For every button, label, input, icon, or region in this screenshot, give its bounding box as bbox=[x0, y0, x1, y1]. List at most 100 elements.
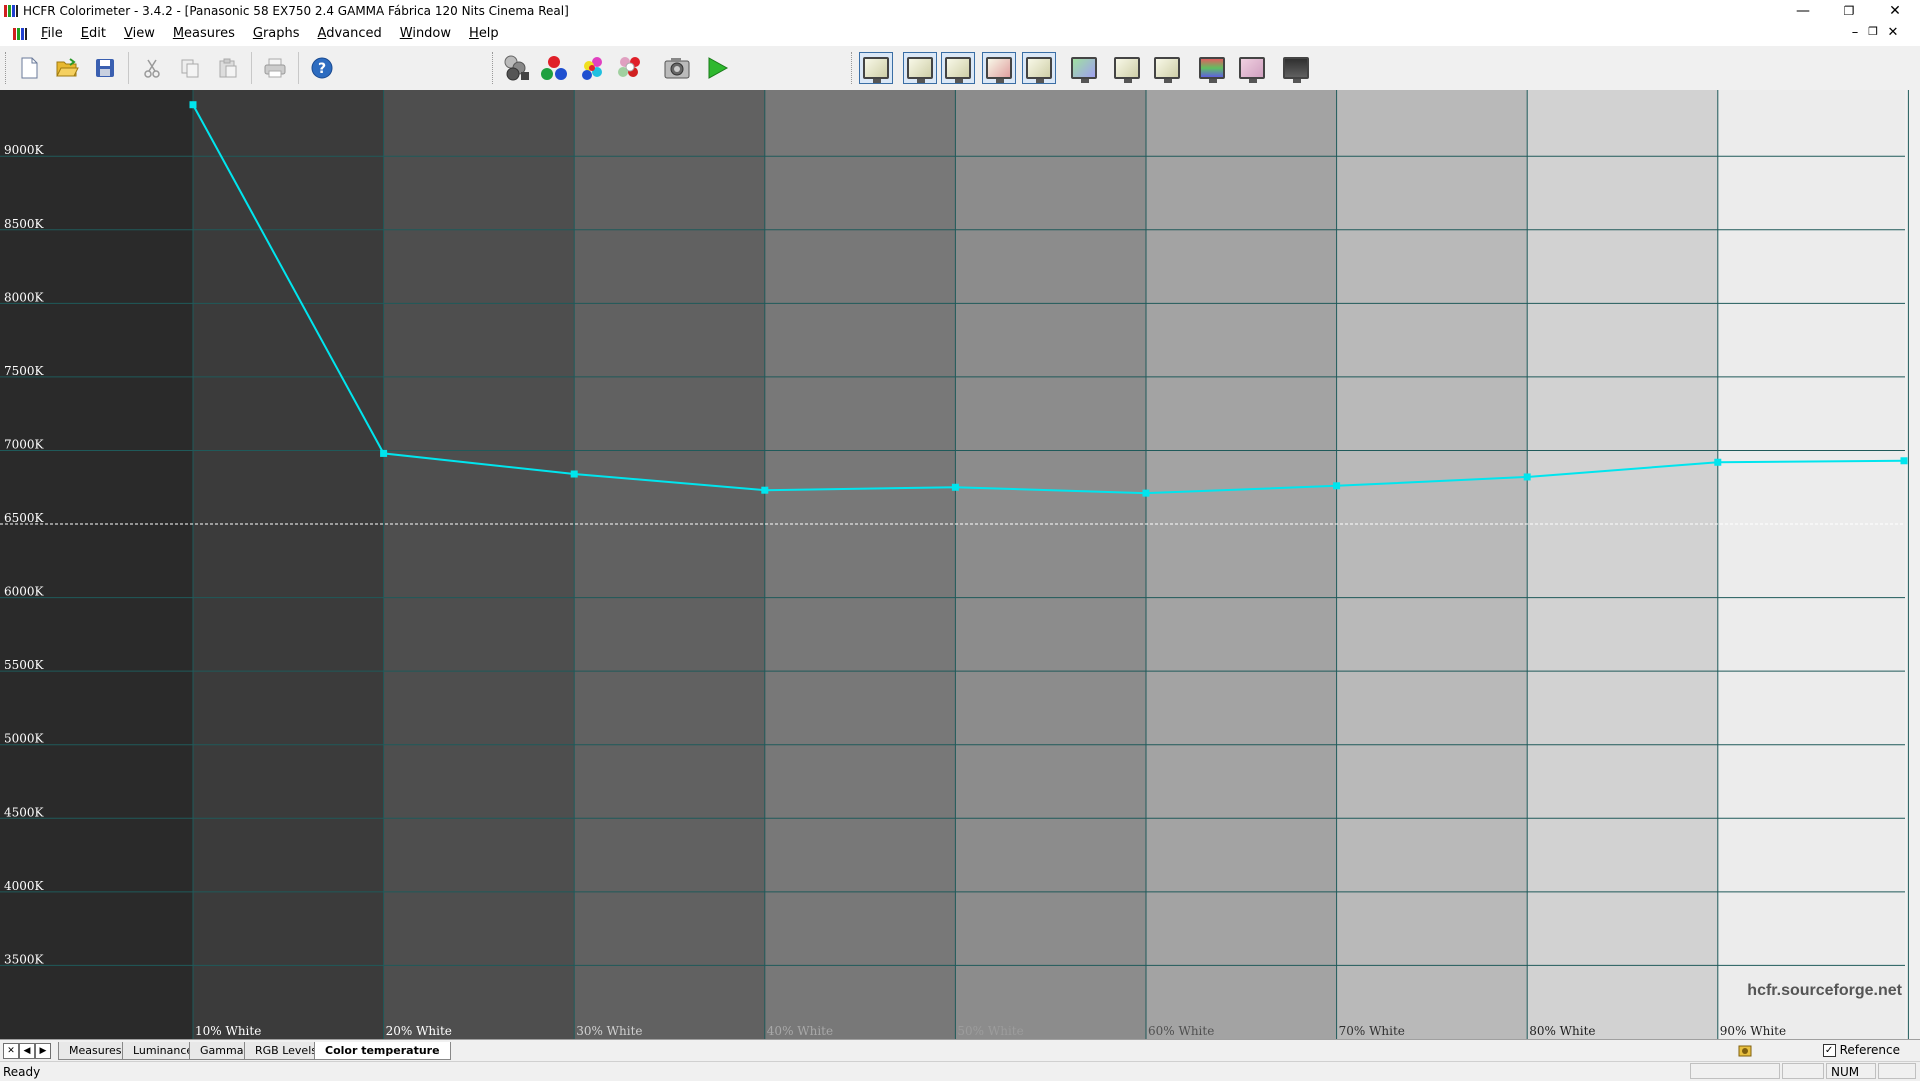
view-rgb-levels-button[interactable] bbox=[982, 52, 1016, 84]
camera-icon bbox=[664, 58, 690, 79]
menu-advanced[interactable]: Advanced bbox=[309, 22, 391, 46]
watermark: hcfr.sourceforge.net bbox=[1747, 982, 1902, 999]
x-tick-label: 60% White bbox=[1148, 1024, 1214, 1038]
y-tick-label: 6500K bbox=[4, 511, 45, 525]
status-text: Ready bbox=[3, 1065, 41, 1079]
help-button[interactable]: ? bbox=[305, 52, 339, 84]
num-lock-indicator: NUM bbox=[1826, 1063, 1876, 1079]
app-icon bbox=[4, 5, 18, 17]
toolbar-separator bbox=[128, 52, 129, 84]
y-tick-label: 7500K bbox=[4, 364, 45, 378]
restore-button[interactable]: ❐ bbox=[1826, 0, 1872, 22]
measure-secondaries-icon bbox=[582, 57, 602, 80]
view-saturation-icon bbox=[1114, 57, 1140, 83]
view-free-measures-button[interactable] bbox=[1279, 52, 1313, 84]
status-panel-empty-1 bbox=[1690, 1063, 1780, 1079]
view-measures-button[interactable] bbox=[859, 52, 893, 84]
y-tick-label: 9000K bbox=[4, 143, 45, 157]
view-histogram-button[interactable] bbox=[1195, 52, 1229, 84]
measure-primaries-icon bbox=[541, 56, 567, 80]
menu-graphs[interactable]: Graphs bbox=[244, 22, 309, 46]
grayscale-step bbox=[574, 90, 765, 1039]
mdi-close-button[interactable]: ✕ bbox=[1884, 25, 1902, 40]
toolbar-grip[interactable] bbox=[492, 52, 496, 84]
view-gamma-button[interactable] bbox=[941, 52, 975, 84]
view-color-temp-button[interactable] bbox=[1022, 52, 1056, 84]
paste-button[interactable] bbox=[211, 52, 245, 84]
menu-help[interactable]: Help bbox=[460, 22, 508, 46]
reference-checkbox-box[interactable]: ✓ bbox=[1822, 1043, 1836, 1057]
view-sat-shift-icon bbox=[1239, 57, 1265, 83]
menu-view[interactable]: View bbox=[115, 22, 164, 46]
data-point bbox=[570, 470, 578, 478]
view-cie-button[interactable] bbox=[1067, 52, 1101, 84]
new-button[interactable] bbox=[12, 52, 46, 84]
save-button[interactable] bbox=[88, 52, 122, 84]
open-button[interactable] bbox=[50, 52, 84, 84]
tab-prev-button[interactable]: ◀ bbox=[19, 1043, 35, 1059]
status-panel-empty-3 bbox=[1878, 1063, 1916, 1079]
reference-checkbox[interactable]: ✓ Reference bbox=[1822, 1043, 1900, 1057]
measure-colors-button[interactable] bbox=[613, 52, 647, 84]
chart-canvas: 9000K 8500K 8000K 7500K 7000K 6500K 6000K 5500K… bbox=[0, 90, 1920, 1039]
data-point bbox=[1333, 482, 1341, 490]
view-saturation-button[interactable] bbox=[1110, 52, 1144, 84]
data-point bbox=[1714, 458, 1722, 466]
new-icon bbox=[21, 57, 38, 79]
tab-close-button[interactable]: ✕ bbox=[3, 1043, 19, 1059]
grayscale-step bbox=[1336, 90, 1528, 1039]
toolbar-grip[interactable] bbox=[851, 52, 855, 84]
view-sat-shift-button[interactable] bbox=[1235, 52, 1269, 84]
tab-next-button[interactable]: ▶ bbox=[35, 1043, 51, 1059]
y-tick-label: 5500K bbox=[4, 658, 45, 672]
print-button[interactable] bbox=[258, 52, 292, 84]
measure-secondaries-button[interactable] bbox=[575, 52, 609, 84]
measure-grayscale-button[interactable] bbox=[499, 52, 533, 84]
data-point bbox=[380, 449, 388, 457]
mdi-minimize-button[interactable]: – bbox=[1846, 25, 1864, 40]
grayscale-step bbox=[0, 90, 193, 1039]
data-point bbox=[1523, 473, 1531, 481]
tab-bar: ✕ ◀ ▶ Measures Luminance Gamma RGB Level… bbox=[0, 1039, 1920, 1062]
view-rgb-levels-icon bbox=[986, 57, 1012, 83]
status-panel-empty-2 bbox=[1782, 1063, 1824, 1079]
toolbar-separator bbox=[251, 52, 252, 84]
measure-colors-icon bbox=[618, 57, 640, 77]
toolbar-grip[interactable] bbox=[5, 52, 9, 84]
view-luminance-icon bbox=[907, 57, 933, 83]
minimize-button[interactable]: — bbox=[1780, 0, 1826, 22]
close-button[interactable]: ✕ bbox=[1872, 0, 1918, 22]
tab-color-temperature[interactable]: Color temperature bbox=[314, 1042, 451, 1060]
mdi-restore-button[interactable]: ❐ bbox=[1864, 25, 1882, 38]
copy-button[interactable] bbox=[173, 52, 207, 84]
paste-icon bbox=[219, 58, 237, 78]
document-icon bbox=[13, 28, 27, 40]
x-tick-label: 50% White bbox=[957, 1024, 1023, 1038]
measure-primaries-button[interactable] bbox=[537, 52, 571, 84]
color-temperature-chart[interactable]: 9000K 8500K 8000K 7500K 7000K 6500K 6000K 5500K… bbox=[0, 90, 1920, 1039]
y-tick-label: 7000K bbox=[4, 437, 45, 451]
menu-window[interactable]: Window bbox=[391, 22, 460, 46]
play-button[interactable] bbox=[700, 52, 734, 84]
view-free-measures-icon bbox=[1283, 57, 1309, 83]
view-luminance-button[interactable] bbox=[903, 52, 937, 84]
menu-file[interactable]: File bbox=[32, 22, 72, 46]
grayscale-step bbox=[383, 90, 575, 1039]
menu-measures[interactable]: Measures bbox=[164, 22, 244, 46]
camera-button[interactable] bbox=[660, 52, 694, 84]
y-tick-label: 5000K bbox=[4, 732, 45, 746]
svg-text:?: ? bbox=[318, 61, 326, 77]
window-title: HCFR Colorimeter - 3.4.2 - [Panasonic 58… bbox=[23, 4, 569, 18]
reference-label: Reference bbox=[1839, 1043, 1900, 1057]
status-bar: Ready NUM bbox=[0, 1061, 1920, 1081]
view-deltae-button[interactable] bbox=[1150, 52, 1184, 84]
save-icon bbox=[96, 59, 114, 77]
toolbar: ? bbox=[0, 46, 1920, 91]
cut-button[interactable] bbox=[135, 52, 169, 84]
y-tick-label: 4500K bbox=[4, 805, 45, 819]
chart-margin bbox=[1905, 90, 1920, 1039]
measure-grayscale-icon bbox=[504, 55, 529, 81]
menu-edit[interactable]: Edit bbox=[72, 22, 115, 46]
play-icon bbox=[708, 57, 729, 79]
y-tick-label: 3500K bbox=[4, 952, 45, 966]
